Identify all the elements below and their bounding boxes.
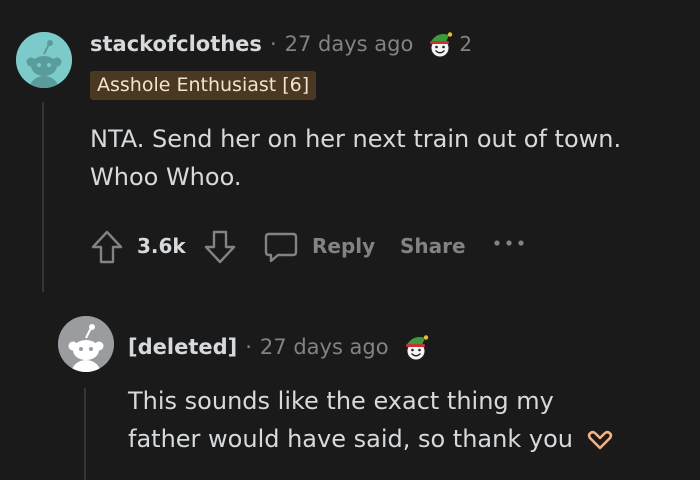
downvote-icon[interactable] (201, 228, 239, 266)
comment-body-line: NTA. Send her on her next train out of t… (90, 125, 622, 153)
elf-hat-award-icon[interactable] (425, 29, 455, 59)
thread-line[interactable] (84, 388, 86, 480)
share-button[interactable]: Share (400, 234, 466, 258)
comment-body-line: This sounds like the exact thing my (128, 387, 554, 415)
avatar[interactable] (16, 32, 72, 88)
meta-separator: · (245, 335, 252, 359)
avatar[interactable] (58, 316, 114, 372)
award-count: 2 (459, 32, 473, 56)
user-flair: Asshole Enthusiast [6] (90, 71, 317, 100)
reply-icon[interactable] (262, 228, 300, 266)
timestamp[interactable]: 27 days ago (285, 32, 414, 56)
meta-separator: · (269, 32, 277, 56)
vote-count: 3.6k (137, 234, 186, 258)
snoo-avatar-icon (16, 32, 72, 88)
ellipsis-icon[interactable] (492, 236, 526, 250)
comment-header: stackofclothes · 27 days ago 2 (90, 30, 472, 58)
snoo-avatar-icon (58, 316, 114, 372)
comment-body: NTA. Send her on her next train out of t… (90, 120, 690, 196)
reply-button[interactable]: Reply (312, 234, 375, 258)
comment-header: [deleted] · 27 days ago (128, 332, 431, 362)
heart-hands-icon (587, 430, 613, 450)
upvote-icon[interactable] (88, 228, 126, 266)
thread-line[interactable] (42, 102, 44, 292)
comment-body: This sounds like the exact thing my fath… (128, 382, 688, 458)
elf-hat-award-icon[interactable] (401, 332, 431, 362)
comment-body-line: Whoo Whoo. (90, 163, 242, 191)
timestamp[interactable]: 27 days ago (260, 335, 389, 359)
username-link[interactable]: stackofclothes (90, 32, 262, 56)
username-link[interactable]: [deleted] (128, 335, 237, 359)
comment-body-line: father would have said, so thank you (128, 420, 688, 458)
